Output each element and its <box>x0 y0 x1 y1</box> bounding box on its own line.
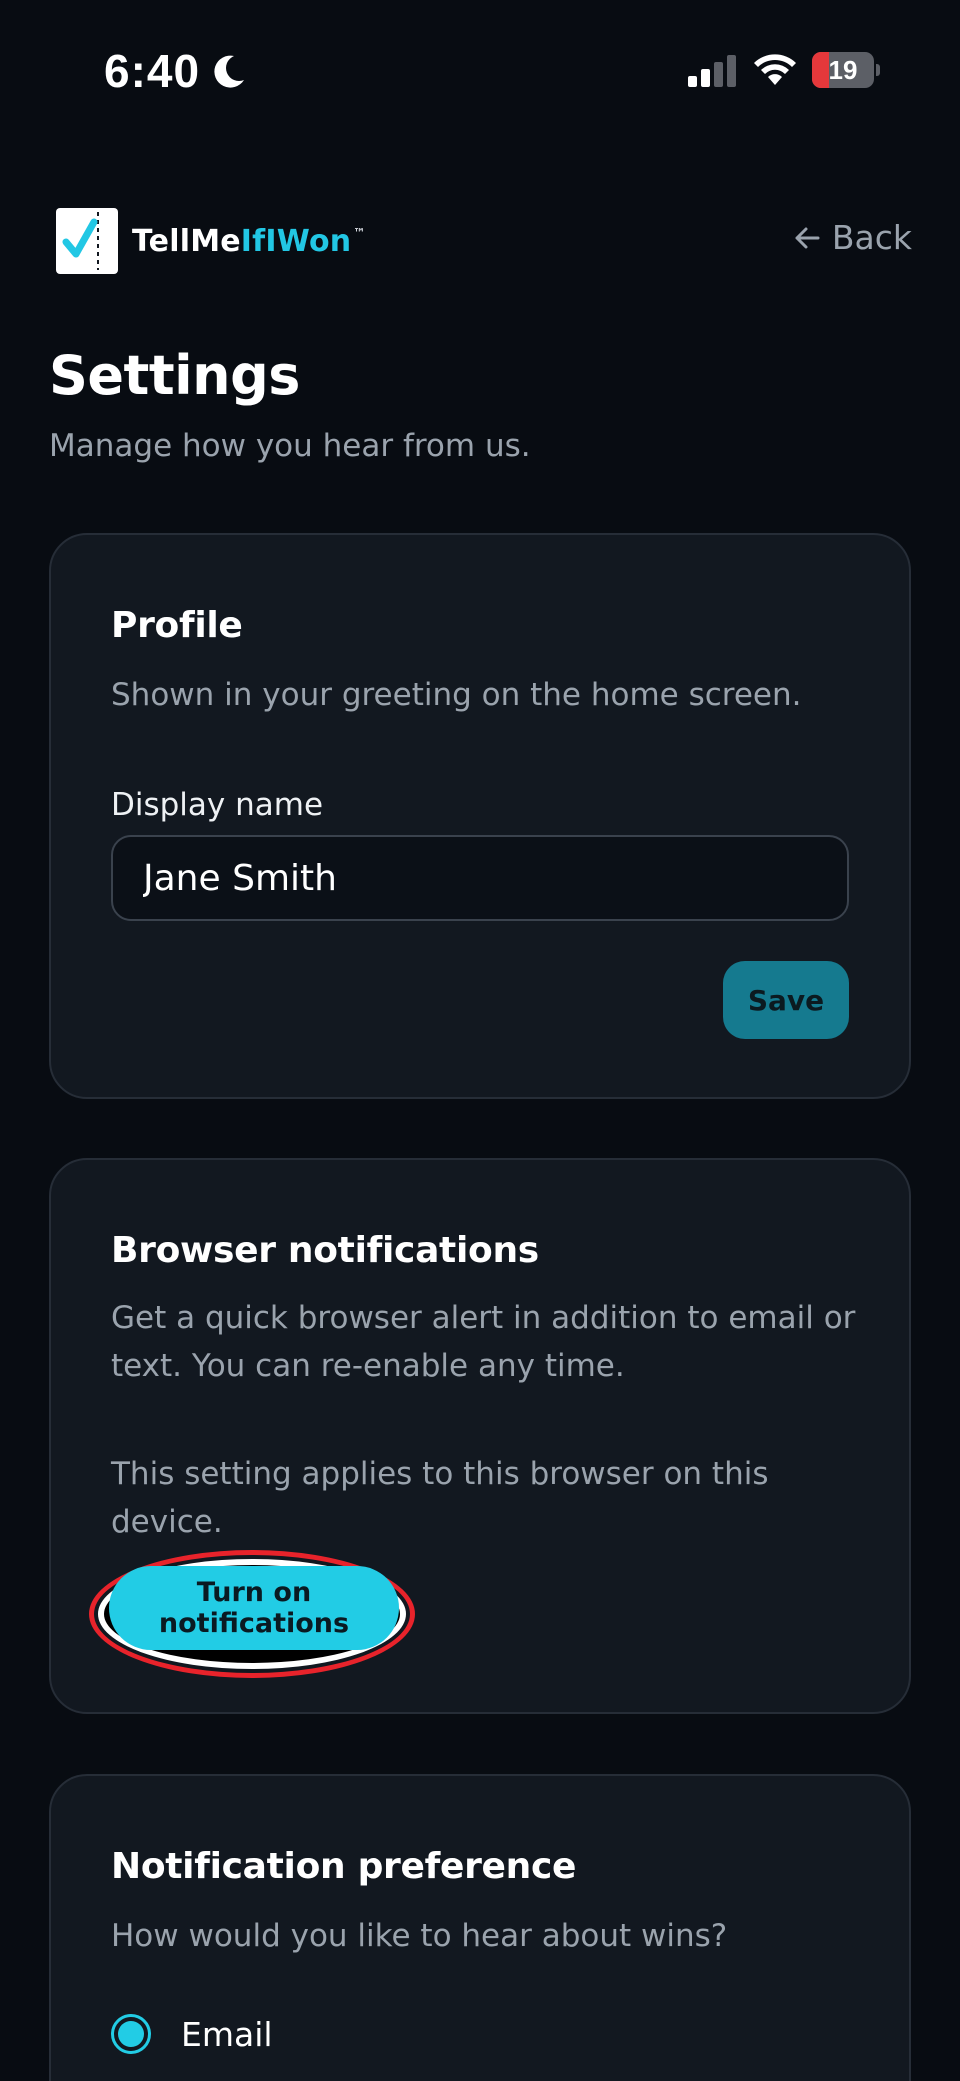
display-name-label: Display name <box>111 787 324 823</box>
radio-button[interactable] <box>111 2014 151 2054</box>
logo-text-part-1: TellMe <box>132 223 241 259</box>
notification-preference-card: Notification preference How would you li… <box>49 1774 911 2081</box>
status-time: 6:40 <box>104 45 201 97</box>
notification-preference-question: How would you like to hear about wins? <box>111 1918 728 1954</box>
logo-text-part-2: IfIWon <box>240 223 352 259</box>
browser-notifications-description: Get a quick browser alert in addition to… <box>111 1300 856 1384</box>
radio-label: Email <box>181 2014 273 2054</box>
status-bar: 6:40 19 <box>0 0 960 140</box>
battery-indicator: 19 <box>812 52 880 88</box>
cellular-signal-icon <box>688 55 736 87</box>
profile-description: Shown in your greeting on the home scree… <box>111 677 802 713</box>
browser-notifications-card: Browser notifications Get a quick browse… <box>49 1158 911 1714</box>
moon-icon <box>214 55 244 88</box>
logo-wordmark: TellMeIfIWon ™ <box>132 224 366 259</box>
radio-selected-dot <box>118 2021 144 2047</box>
wifi-icon <box>754 54 796 85</box>
battery-body: 19 <box>812 52 874 88</box>
profile-title: Profile <box>111 605 243 646</box>
battery-nub <box>876 64 880 76</box>
ticket-check-icon <box>56 208 118 274</box>
radio-option-email[interactable]: Email <box>111 2014 273 2054</box>
arrow-left-icon <box>795 227 820 248</box>
app-logo[interactable]: TellMeIfIWon ™ <box>54 206 366 276</box>
turn-on-notifications-button[interactable]: Turn on notifications <box>109 1566 399 1650</box>
logo-trademark: ™ <box>353 225 366 240</box>
back-link[interactable]: Back <box>792 218 912 257</box>
browser-notifications-note: This setting applies to this browser on … <box>111 1456 769 1540</box>
page-subtitle: Manage how you hear from us. <box>49 428 531 464</box>
battery-level: 19 <box>828 55 858 85</box>
browser-notifications-title: Browser notifications <box>111 1230 539 1271</box>
save-button[interactable]: Save <box>723 961 849 1039</box>
notification-preference-title: Notification preference <box>111 1846 577 1887</box>
display-name-input[interactable] <box>111 835 849 921</box>
profile-card: Profile Shown in your greeting on the ho… <box>49 533 911 1099</box>
page-title: Settings <box>49 344 300 407</box>
back-label: Back <box>831 218 912 257</box>
settings-page: 6:40 19 TellMeIfIWon ™ Back Settings Man… <box>0 0 960 2081</box>
